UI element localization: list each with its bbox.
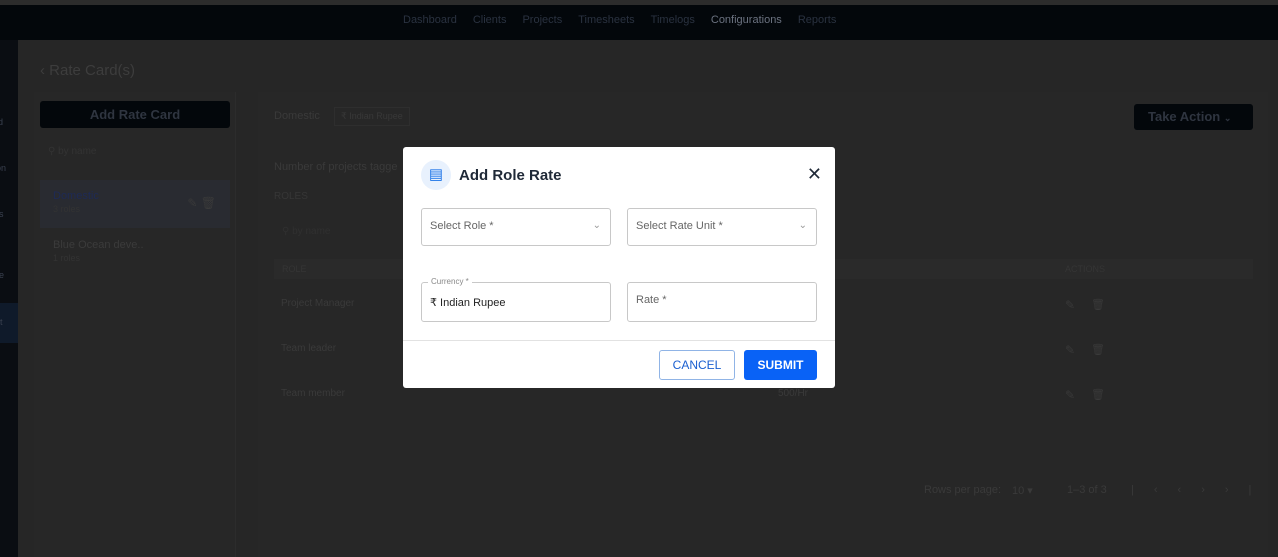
sidebar-item[interactable]: on <box>0 163 6 173</box>
edit-icon[interactable]: ✎ <box>1065 388 1075 402</box>
edit-icon[interactable]: ✎ <box>1065 298 1075 312</box>
rate-input[interactable]: Rate * <box>627 282 817 322</box>
page-title: Rate Card(s) <box>49 62 136 79</box>
nav-timelogs[interactable]: Timelogs <box>651 14 695 26</box>
add-role-rate-dialog: ▤ Add Role Rate ✕ Select Role * ⌄ Select … <box>403 147 835 388</box>
delete-icon[interactable]: 🗑 <box>201 196 216 210</box>
select-role-dropdown[interactable]: Select Role * ⌄ <box>421 208 611 246</box>
chevron-down-icon: ⌄ <box>1223 113 1232 123</box>
edit-icon[interactable]: ✎ <box>187 196 197 210</box>
nav-configurations[interactable]: Configurations <box>711 14 782 26</box>
chevron-left-icon: ‹ <box>40 62 50 79</box>
delete-icon[interactable]: 🗑 <box>1091 343 1105 356</box>
take-action-button[interactable]: Take Action ⌄ <box>1134 104 1253 130</box>
select-rate-unit-dropdown[interactable]: Select Rate Unit * ⌄ <box>627 208 817 246</box>
delete-icon[interactable]: 🗑 <box>1091 298 1105 311</box>
last-page-icon[interactable]: ›| <box>1225 484 1272 496</box>
search-icon: ⚲ <box>282 226 293 237</box>
chevron-down-icon: ⌄ <box>592 220 601 231</box>
nav-clients[interactable]: Clients <box>473 14 507 26</box>
delete-icon[interactable]: 🗑 <box>1091 388 1105 401</box>
nav-reports[interactable]: Reports <box>798 14 837 26</box>
dialog-title: Add Role Rate <box>459 167 562 184</box>
prev-page-icon[interactable]: ‹ <box>1178 484 1202 496</box>
add-rate-card-button[interactable]: Add Rate Card <box>40 101 230 128</box>
currency-chip: ₹ Indian Rupee <box>334 107 410 126</box>
projects-tagged: Number of projects tagge <box>274 161 398 173</box>
sidebar-item[interactable]: d <box>0 117 3 127</box>
submit-button[interactable]: SUBMIT <box>744 350 817 380</box>
close-icon[interactable]: ✕ <box>807 164 822 185</box>
table-row: Team member 500/Hr ✎ 🗑 <box>281 388 1105 402</box>
divider <box>403 340 835 341</box>
edit-icon[interactable]: ✎ <box>1065 343 1075 357</box>
first-page-icon[interactable]: |‹ <box>1131 484 1178 496</box>
sidebar-item[interactable]: t <box>0 317 3 327</box>
chevron-down-icon: ⌄ <box>798 220 807 231</box>
next-page-icon[interactable]: › <box>1201 484 1225 496</box>
nav-timesheets[interactable]: Timesheets <box>578 14 634 26</box>
rows-per-page-select[interactable]: 10 ▾ <box>1012 484 1033 497</box>
document-icon: ▤ <box>421 160 451 190</box>
rate-card-list-panel <box>34 92 236 557</box>
roles-label: ROLES <box>274 191 308 202</box>
cancel-button[interactable]: CANCEL <box>659 350 735 380</box>
top-nav: Dashboard Clients Projects Timesheets Ti… <box>0 5 1278 40</box>
pagination-controls: |‹‹››| <box>1131 484 1271 496</box>
pagination-range: 1–3 of 3 <box>1067 484 1107 496</box>
nav-dashboard[interactable]: Dashboard <box>403 14 457 26</box>
rate-card-item[interactable]: Blue Ocean deve.. 1 roles <box>40 229 230 277</box>
rate-card-search[interactable]: ⚲ by name <box>48 146 96 157</box>
nav-projects[interactable]: Projects <box>522 14 562 26</box>
sidebar-item[interactable]: e <box>0 270 4 280</box>
detail-name: Domestic <box>274 110 320 122</box>
currency-field[interactable]: Currency * ₹ Indian Rupee <box>421 277 611 322</box>
back-title[interactable]: ‹ Rate Card(s) <box>40 62 135 79</box>
roles-search[interactable]: ⚲ by name <box>282 226 330 237</box>
rate-card-item[interactable]: Domestic 3 roles ✎ 🗑 <box>40 180 230 228</box>
rows-per-page-label: Rows per page: <box>924 484 1002 496</box>
sidebar-item[interactable]: s <box>0 209 4 219</box>
search-icon: ⚲ <box>48 146 59 157</box>
sidebar: d on s e t <box>0 40 18 557</box>
